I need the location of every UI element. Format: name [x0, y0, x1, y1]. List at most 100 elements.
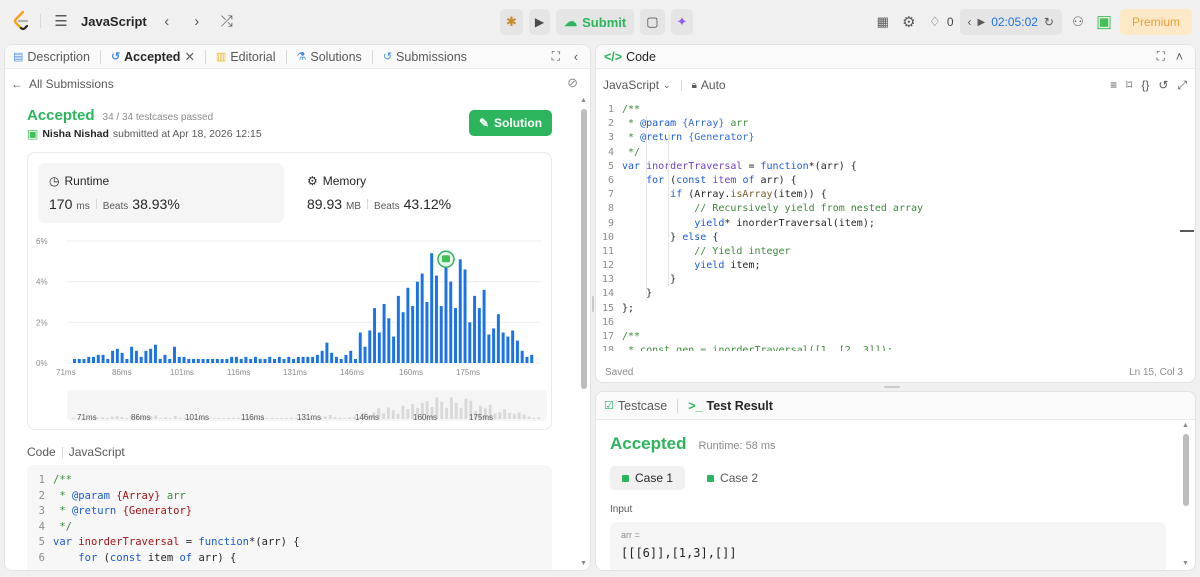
distribution-bar[interactable]: [373, 308, 377, 363]
collapse-left-icon[interactable]: ‹: [574, 50, 578, 64]
distribution-bar[interactable]: [382, 304, 386, 363]
distribution-bar[interactable]: [492, 328, 496, 363]
layout-icon[interactable]: ▦: [873, 12, 893, 32]
distribution-bar[interactable]: [392, 336, 396, 363]
distribution-bar[interactable]: [139, 356, 143, 363]
distribution-bar[interactable]: [420, 273, 424, 363]
auto-mode[interactable]: 🔒︎ Auto: [692, 78, 726, 92]
undo-icon[interactable]: ↺: [1158, 78, 1168, 93]
distribution-bar[interactable]: [415, 281, 419, 363]
streak-fire-icon[interactable]: ♢: [925, 12, 945, 32]
tab-test-result[interactable]: >_ Test Result: [688, 399, 773, 413]
distribution-bar[interactable]: [292, 358, 296, 363]
submitted-code[interactable]: 1/** 2 * @param {Array} arr 3 * @return {G…: [27, 465, 552, 570]
distribution-bar[interactable]: [258, 358, 262, 363]
distribution-bar[interactable]: [211, 358, 215, 363]
distribution-bar[interactable]: [339, 358, 343, 363]
distribution-bar[interactable]: [330, 352, 334, 363]
distribution-bar[interactable]: [434, 275, 438, 363]
chart-minimap[interactable]: 71ms 86ms 101ms 116ms 131ms 146ms 160ms 175ms: [67, 390, 547, 421]
tab-accepted[interactable]: ↺ Accepted ✕: [111, 49, 195, 65]
bookmark-icon[interactable]: ⌑: [1126, 78, 1132, 93]
distribution-bar[interactable]: [487, 334, 491, 363]
distribution-bar[interactable]: [177, 356, 181, 363]
distribution-bar[interactable]: [87, 356, 91, 363]
horizontal-splitter[interactable]: [884, 386, 900, 388]
leetcode-logo-icon[interactable]: [12, 10, 30, 32]
distribution-bar[interactable]: [101, 354, 105, 363]
distribution-bar[interactable]: [354, 358, 357, 363]
distribution-bar[interactable]: [506, 336, 510, 363]
distribution-bar[interactable]: [153, 344, 157, 363]
distribution-bar[interactable]: [263, 358, 267, 363]
distribution-bar[interactable]: [411, 306, 415, 363]
distribution-bar[interactable]: [315, 354, 319, 363]
distribution-bar[interactable]: [134, 350, 138, 363]
distribution-bar[interactable]: [320, 350, 324, 363]
premium-button[interactable]: Premium: [1119, 9, 1192, 35]
expand-icon[interactable]: ⤢: [1177, 78, 1187, 93]
distribution-bar[interactable]: [163, 354, 167, 363]
distribution-bar[interactable]: [215, 358, 219, 363]
scroll-thumb[interactable]: [1183, 434, 1189, 506]
scroll-up-icon[interactable]: ▲: [1182, 422, 1189, 429]
distribution-bar[interactable]: [530, 354, 534, 363]
distribution-bar[interactable]: [473, 295, 477, 363]
scroll-down-icon[interactable]: ▼: [580, 560, 587, 567]
distribution-bar[interactable]: [106, 358, 110, 363]
submit-button[interactable]: ☁ Submit: [556, 9, 635, 35]
distribution-bar[interactable]: [344, 354, 348, 363]
distribution-bar[interactable]: [482, 289, 486, 363]
distribution-bar[interactable]: [82, 358, 86, 363]
notes-button[interactable]: ▢: [640, 9, 665, 35]
distribution-bar[interactable]: [334, 356, 338, 363]
left-scrollbar[interactable]: ▲ ▼: [580, 97, 588, 567]
share-link-icon[interactable]: ⊘: [567, 75, 578, 91]
timer[interactable]: ‹ ▶ 02:05:02 ↻: [959, 9, 1062, 35]
distribution-bar[interactable]: [463, 269, 467, 363]
distribution-bar[interactable]: [225, 358, 229, 363]
distribution-bar[interactable]: [454, 308, 457, 363]
distribution-bar[interactable]: [311, 356, 315, 363]
solution-button[interactable]: ✎ Solution: [469, 110, 552, 136]
debug-button[interactable]: ✱: [500, 9, 523, 35]
maximize-icon[interactable]: ⛶: [552, 49, 560, 64]
runtime-box[interactable]: ◷ Runtime 170 ms Beats 38.93%: [38, 163, 284, 223]
distribution-bar[interactable]: [77, 358, 81, 363]
distribution-bar[interactable]: [192, 358, 196, 363]
vertical-splitter[interactable]: [592, 296, 594, 312]
tab-solutions[interactable]: ⚗ Solutions: [297, 50, 362, 64]
distribution-bar[interactable]: [230, 356, 234, 363]
distribution-bar[interactable]: [115, 348, 119, 363]
distribution-bar[interactable]: [401, 312, 405, 363]
distribution-bar[interactable]: [249, 358, 253, 363]
code-editor[interactable]: 1 /** 2 * @param {Array} arr 3 * @return {G…: [596, 101, 1195, 351]
tab-description[interactable]: ▤ Description: [13, 50, 90, 64]
case-2-button[interactable]: Case 2: [695, 466, 770, 490]
distribution-bar[interactable]: [158, 358, 162, 363]
distribution-bar[interactable]: [282, 358, 286, 363]
distribution-bar[interactable]: [149, 348, 153, 363]
distribution-bar[interactable]: [496, 314, 500, 363]
tab-code[interactable]: </> Code: [604, 50, 656, 64]
distribution-bar[interactable]: [439, 306, 443, 363]
distribution-bar[interactable]: [92, 356, 96, 363]
distribution-bar[interactable]: [111, 350, 115, 363]
user-avatar[interactable]: ▣: [27, 127, 38, 141]
distribution-bar[interactable]: [73, 358, 76, 363]
collapse-up-icon[interactable]: ˄: [1176, 50, 1183, 64]
submission-scroll[interactable]: Accepted 34 / 34 testcases passed ▣ Nish…: [5, 95, 578, 570]
distribution-bar[interactable]: [520, 350, 524, 363]
problem-list-title[interactable]: JavaScript: [81, 14, 147, 29]
distribution-bar[interactable]: [244, 356, 248, 363]
distribution-bar[interactable]: [511, 330, 515, 363]
scroll-thumb[interactable]: [581, 109, 587, 389]
distribution-bar[interactable]: [273, 358, 276, 363]
distribution-bar[interactable]: [387, 318, 391, 363]
scroll-up-icon[interactable]: ▲: [580, 97, 587, 104]
distribution-bar[interactable]: [501, 332, 505, 364]
settings-icon[interactable]: ⚙: [899, 12, 919, 32]
case-1-button[interactable]: Case 1: [610, 466, 686, 490]
distribution-bar[interactable]: [449, 281, 453, 363]
tab-editorial[interactable]: ▥ Editorial: [216, 50, 276, 64]
